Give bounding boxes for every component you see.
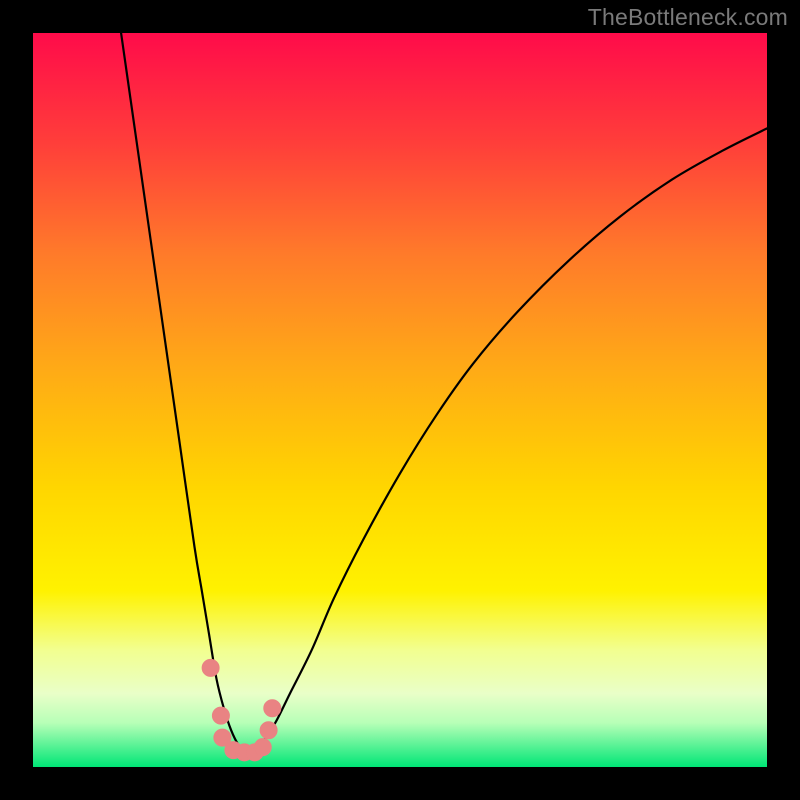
curve-marker — [212, 707, 229, 724]
watermark-text: TheBottleneck.com — [588, 4, 788, 31]
plot-area — [33, 33, 767, 767]
bottleneck-curve — [121, 33, 767, 753]
curve-marker — [264, 700, 281, 717]
curve-markers — [202, 659, 281, 760]
curve-marker — [254, 739, 271, 756]
chart-frame: TheBottleneck.com — [0, 0, 800, 800]
curve-marker — [202, 659, 219, 676]
curve-marker — [260, 722, 277, 739]
curve-layer — [33, 33, 767, 767]
